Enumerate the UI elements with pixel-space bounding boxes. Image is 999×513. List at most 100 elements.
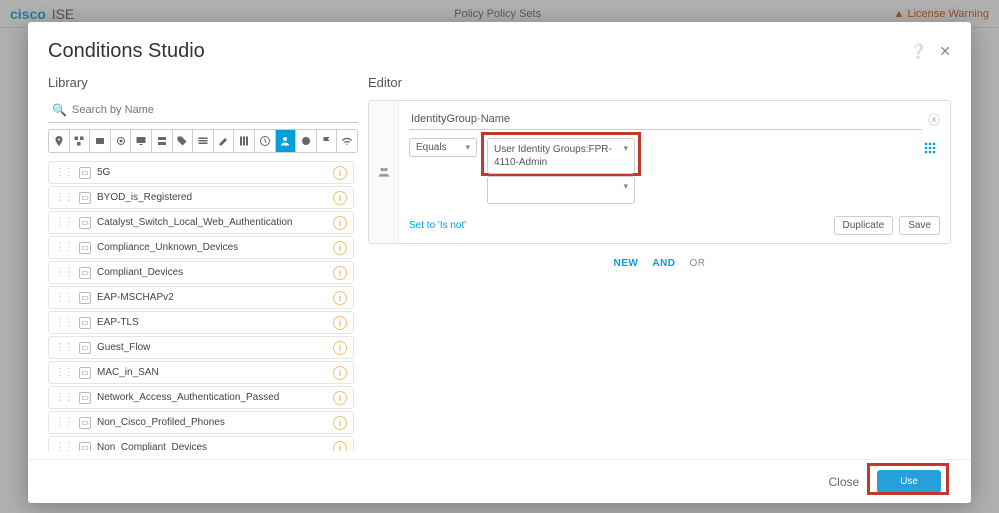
library-item-label: Non_Cisco_Profiled_Phones <box>97 417 225 428</box>
condition-block-icon: ▭ <box>79 392 91 404</box>
library-panel: Library 🔍 ⋮⋮ ▭ <box>48 73 358 451</box>
drag-handle-icon[interactable]: ⋮⋮ <box>55 242 73 253</box>
library-item[interactable]: ⋮⋮ ▭ BYOD_is_Registered i <box>48 186 354 209</box>
library-item-label: 5G <box>97 167 110 178</box>
library-item[interactable]: ⋮⋮ ▭ Guest_Flow i <box>48 336 354 359</box>
logic-or[interactable]: OR <box>690 258 706 269</box>
filter-device-icon[interactable] <box>111 130 132 152</box>
library-search-input[interactable] <box>48 98 358 123</box>
library-item-label: Network_Access_Authentication_Passed <box>97 392 279 403</box>
set-isnot-link[interactable]: Set to 'Is not' <box>409 220 466 231</box>
library-item-label: Guest_Flow <box>97 342 150 353</box>
help-icon[interactable]: ❔ <box>910 43 927 60</box>
value-expand[interactable]: ▾ <box>487 176 635 204</box>
condition-block-icon: ▭ <box>79 417 91 429</box>
logic-new[interactable]: NEW <box>613 258 638 269</box>
editor-title: Editor <box>368 75 951 90</box>
drag-handle-icon[interactable]: ⋮⋮ <box>55 192 73 203</box>
drag-handle-icon[interactable]: ⋮⋮ <box>55 317 73 328</box>
library-item-label: Non_Compliant_Devices <box>97 442 207 451</box>
library-item-label: BYOD_is_Registered <box>97 192 192 203</box>
library-item[interactable]: ⋮⋮ ▭ MAC_in_SAN i <box>48 361 354 384</box>
library-title: Library <box>48 75 358 90</box>
use-button[interactable]: Use <box>877 470 941 493</box>
filter-network-icon[interactable] <box>70 130 91 152</box>
condition-block-icon: ▭ <box>79 167 91 179</box>
condition-block-icon: ▭ <box>79 292 91 304</box>
filter-user-icon[interactable] <box>276 130 297 152</box>
duplicate-button[interactable]: Duplicate <box>834 216 894 235</box>
library-item[interactable]: ⋮⋮ ▭ Compliant_Devices i <box>48 261 354 284</box>
filter-table-icon[interactable] <box>193 130 214 152</box>
drag-handle-icon[interactable]: ⋮⋮ <box>55 267 73 278</box>
drag-handle-icon[interactable]: ⋮⋮ <box>55 342 73 353</box>
close-icon[interactable]: ✕ <box>939 43 951 60</box>
grid-view-icon[interactable] <box>920 138 940 158</box>
info-icon[interactable]: i <box>333 241 347 255</box>
condition-type-icon <box>369 101 399 243</box>
condition-block-icon: ▭ <box>79 442 91 452</box>
filter-icon-row <box>48 129 358 153</box>
condition-name-input[interactable] <box>409 109 922 130</box>
clear-name-icon[interactable]: ⓧ <box>928 111 940 128</box>
info-icon[interactable]: i <box>333 341 347 355</box>
filter-server-icon[interactable] <box>152 130 173 152</box>
filter-app-icon[interactable] <box>90 130 111 152</box>
drag-handle-icon[interactable]: ⋮⋮ <box>55 217 73 228</box>
close-link[interactable]: Close <box>829 475 860 489</box>
info-icon[interactable]: i <box>333 291 347 305</box>
filter-wifi-icon[interactable] <box>337 130 357 152</box>
info-icon[interactable]: i <box>333 191 347 205</box>
drag-handle-icon[interactable]: ⋮⋮ <box>55 442 73 451</box>
logic-and[interactable]: AND <box>652 258 675 269</box>
drag-handle-icon[interactable]: ⋮⋮ <box>55 417 73 428</box>
drag-handle-icon[interactable]: ⋮⋮ <box>55 167 73 178</box>
filter-flag-icon[interactable] <box>317 130 338 152</box>
logic-operators: NEW AND OR <box>368 258 951 269</box>
drag-handle-icon[interactable]: ⋮⋮ <box>55 367 73 378</box>
filter-tag-icon[interactable] <box>173 130 194 152</box>
library-item-label: MAC_in_SAN <box>97 367 159 378</box>
value-select[interactable]: User Identity Groups:FPR-4110-Admin ▾ <box>487 138 635 174</box>
library-item[interactable]: ⋮⋮▭EAP-TLSi <box>48 311 354 334</box>
conditions-studio-modal: Conditions Studio ❔ ✕ Library 🔍 <box>28 22 971 503</box>
library-item-label: Compliance_Unknown_Devices <box>97 242 238 253</box>
condition-block-icon: ▭ <box>79 367 91 379</box>
operator-select[interactable]: Equals <box>409 138 477 157</box>
drag-handle-icon[interactable]: ⋮⋮ <box>55 392 73 403</box>
filter-hex-icon[interactable] <box>234 130 255 152</box>
library-item[interactable]: ⋮⋮▭Catalyst_Switch_Local_Web_Authenticat… <box>48 211 354 234</box>
info-icon[interactable]: i <box>333 441 347 452</box>
library-item[interactable]: ⋮⋮ ▭ Non_Compliant_Devices i <box>48 436 354 451</box>
filter-pencil-icon[interactable] <box>214 130 235 152</box>
filter-location-icon[interactable] <box>49 130 70 152</box>
condition-block-icon: ▭ <box>79 342 91 354</box>
modal-title: Conditions Studio <box>48 40 205 63</box>
filter-circle-icon[interactable] <box>296 130 317 152</box>
info-icon[interactable]: i <box>333 391 347 405</box>
drag-handle-icon[interactable]: ⋮⋮ <box>55 292 73 303</box>
value-text: User Identity Groups:FPR-4110-Admin <box>494 144 612 168</box>
info-icon[interactable]: i <box>333 216 347 230</box>
info-icon[interactable]: i <box>333 416 347 430</box>
filter-clock-icon[interactable] <box>255 130 276 152</box>
library-item-label: Compliant_Devices <box>97 267 183 278</box>
library-item-label: EAP-MSCHAPv2 <box>97 292 174 303</box>
library-item[interactable]: ⋮⋮ ▭ Network_Access_Authentication_Passed i <box>48 386 354 409</box>
editor-panel: Editor ⓧ Equals <box>368 73 951 451</box>
save-button[interactable]: Save <box>899 216 940 235</box>
chevron-down-icon: ▾ <box>623 143 628 155</box>
info-icon[interactable]: i <box>333 266 347 280</box>
info-icon[interactable]: i <box>333 316 347 330</box>
condition-block-icon: ▭ <box>79 267 91 279</box>
library-list: ⋮⋮▭5Gi⋮⋮▭BYOD_is_Registeredi⋮⋮▭Catalyst_… <box>48 161 358 451</box>
search-icon: 🔍 <box>52 103 67 117</box>
info-icon[interactable]: i <box>333 166 347 180</box>
info-icon[interactable]: i <box>333 366 347 380</box>
library-item[interactable]: ⋮⋮ ▭ Non_Cisco_Profiled_Phones i <box>48 411 354 434</box>
filter-monitor-icon[interactable] <box>131 130 152 152</box>
library-item[interactable]: ⋮⋮ ▭ 5G i <box>48 161 354 184</box>
library-item[interactable]: ⋮⋮ ▭ EAP-MSCHAPv2 i <box>48 286 354 309</box>
library-item[interactable]: ⋮⋮▭Compliance_Unknown_Devicesi <box>48 236 354 259</box>
condition-block-icon: ▭ <box>79 192 91 204</box>
